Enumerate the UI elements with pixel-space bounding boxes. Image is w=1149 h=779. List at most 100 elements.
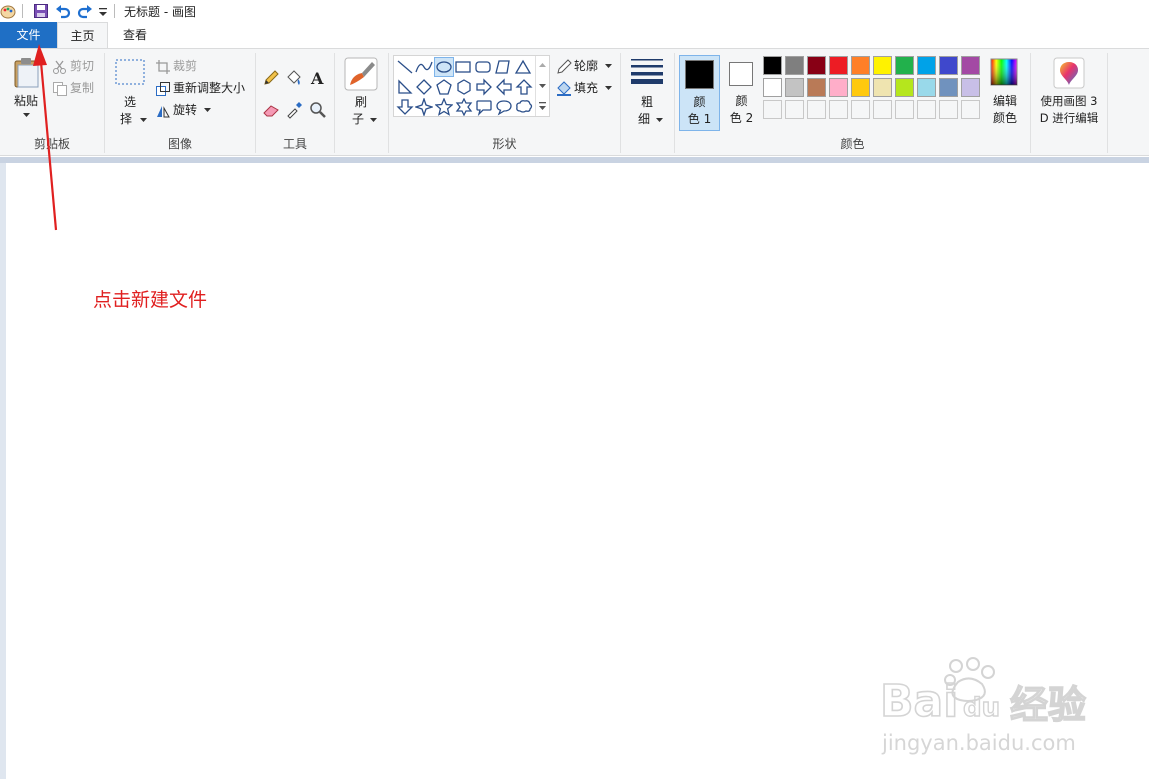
palette-color-swatch[interactable]	[763, 56, 782, 75]
custom-color-slot[interactable]	[961, 100, 980, 119]
shapes-group-label: 形状	[492, 137, 517, 151]
diamond-shape-icon[interactable]	[415, 78, 433, 96]
cloud-callout-shape-icon[interactable]	[515, 98, 533, 116]
svg-text:jingyan.baidu.com: jingyan.baidu.com	[881, 731, 1076, 755]
down-arrow-shape-icon[interactable]	[396, 98, 414, 116]
palette-color-swatch[interactable]	[763, 78, 782, 97]
up-arrow-shape-icon[interactable]	[515, 78, 533, 96]
polygon-shape-icon[interactable]	[494, 58, 512, 76]
right-arrow-shape-icon[interactable]	[475, 78, 493, 96]
ribbon-tabs: 文件 主页 查看	[0, 22, 1149, 48]
custom-color-slot[interactable]	[763, 100, 782, 119]
rounded-callout-shape-icon[interactable]	[475, 98, 493, 116]
size-button[interactable]: 粗 细	[627, 55, 667, 127]
baidu-jingyan-watermark: Bai du 经验 jingyan.baidu.com	[880, 657, 1087, 755]
palette-color-swatch[interactable]	[851, 78, 870, 97]
rectangle-shape-icon[interactable]	[454, 58, 472, 76]
line-width-icon	[631, 59, 663, 84]
custom-color-slot[interactable]	[851, 100, 870, 119]
left-arrow-shape-icon[interactable]	[495, 78, 513, 96]
colors-group: 颜 色 1 颜 色 2 编辑 颜色 颜色	[675, 49, 1030, 155]
five-point-star-shape-icon[interactable]	[435, 98, 453, 116]
palette-color-swatch[interactable]	[829, 78, 848, 97]
color2-label-b: 色 2	[729, 111, 754, 125]
curve-shape-icon[interactable]	[415, 58, 433, 76]
palette-color-swatch[interactable]	[851, 56, 870, 75]
expand-gallery-icon[interactable]	[539, 102, 546, 111]
chevron-down-icon	[604, 86, 612, 90]
scroll-up-icon[interactable]	[539, 62, 546, 67]
palette-color-swatch[interactable]	[829, 56, 848, 75]
custom-color-slot[interactable]	[807, 100, 826, 119]
edit-colors-label-a: 编辑	[992, 94, 1017, 108]
rounded-rectangle-shape-icon[interactable]	[474, 58, 492, 76]
palette-color-swatch[interactable]	[961, 56, 980, 75]
four-point-star-shape-icon[interactable]	[415, 98, 433, 116]
paint3d-icon	[1053, 57, 1085, 89]
six-point-star-shape-icon[interactable]	[455, 98, 473, 116]
oval-shape-icon[interactable]	[434, 57, 454, 77]
custom-color-slot[interactable]	[939, 100, 958, 119]
svg-text:Bai: Bai	[880, 676, 958, 727]
size-group: 粗 细	[621, 49, 673, 155]
outline-button[interactable]: 轮廓	[556, 56, 612, 76]
size-label-1: 粗	[640, 95, 653, 109]
paint3d-label-1: 使用画图 3	[1040, 94, 1098, 108]
color1-button[interactable]: 颜 色 1	[679, 55, 720, 131]
custom-color-slot[interactable]	[895, 100, 914, 119]
right-triangle-shape-icon[interactable]	[396, 78, 414, 96]
svg-text:du: du	[963, 693, 1000, 723]
window-title: 无标题 - 画图	[124, 5, 196, 19]
palette-color-swatch[interactable]	[895, 56, 914, 75]
palette-color-swatch[interactable]	[939, 78, 958, 97]
oval-callout-shape-icon[interactable]	[495, 98, 513, 116]
color1-swatch	[685, 60, 714, 89]
palette-color-swatch[interactable]	[895, 78, 914, 97]
shapes-scrollbar[interactable]	[535, 56, 549, 116]
fill-bucket-icon	[557, 80, 571, 96]
paint-window: 无标题 - 画图 文件 主页 查看 粘贴 剪切 复制 剪贴板 选 择 裁剪 重新…	[0, 0, 1149, 779]
palette-color-swatch[interactable]	[873, 56, 892, 75]
title-bar: 无标题 - 画图	[0, 0, 1149, 22]
color2-label-a: 颜	[735, 94, 748, 108]
custom-color-slot[interactable]	[917, 100, 936, 119]
color-wheel-icon	[990, 58, 1018, 86]
pentagon-shape-icon[interactable]	[435, 78, 453, 96]
edit-with-paint3d-button[interactable]: 使用画图 3 D 进行编辑	[1033, 55, 1105, 131]
palette-color-swatch[interactable]	[807, 78, 826, 97]
palette-color-swatch[interactable]	[917, 78, 936, 97]
palette-color-swatch[interactable]	[873, 78, 892, 97]
group-divider	[1107, 53, 1108, 153]
chevron-down-icon	[656, 118, 663, 122]
paint3d-label-2: D 进行编辑	[1039, 111, 1099, 125]
color2-swatch	[729, 62, 753, 86]
fill-label: 填充	[574, 81, 599, 95]
outline-label: 轮廓	[574, 59, 599, 73]
ribbon: 粘贴 剪切 复制 剪贴板 选 择 裁剪 重新调整大小 旋转 图像 A 工具 刷 …	[0, 48, 1149, 156]
shapes-gallery	[393, 55, 550, 117]
custom-color-slot[interactable]	[873, 100, 892, 119]
palette-color-swatch[interactable]	[807, 56, 826, 75]
line-shape-icon[interactable]	[396, 58, 414, 76]
fill-button[interactable]: 填充	[556, 78, 612, 98]
palette-color-swatch[interactable]	[785, 56, 804, 75]
color2-button[interactable]: 颜 色 2	[723, 55, 760, 131]
color1-label-b: 色 1	[687, 112, 712, 126]
palette-color-swatch[interactable]	[961, 78, 980, 97]
custom-color-slot[interactable]	[829, 100, 848, 119]
canvas-left-border	[0, 163, 6, 779]
annotation-arrow	[33, 44, 58, 231]
triangle-shape-icon[interactable]	[514, 58, 532, 76]
palette-color-swatch[interactable]	[785, 78, 804, 97]
custom-color-slot[interactable]	[785, 100, 804, 119]
hexagon-shape-icon[interactable]	[455, 78, 473, 96]
svg-text:经验: 经验	[1010, 683, 1086, 727]
chevron-down-icon	[604, 64, 612, 68]
colors-group-label: 颜色	[840, 137, 865, 151]
paint3d-group: 使用画图 3 D 进行编辑	[1031, 49, 1107, 155]
palette-color-swatch[interactable]	[939, 56, 958, 75]
annotation-text: 点击新建文件	[93, 289, 208, 311]
scroll-down-icon[interactable]	[539, 84, 546, 89]
edit-colors-button[interactable]: 编辑 颜色	[985, 55, 1025, 131]
palette-color-swatch[interactable]	[917, 56, 936, 75]
